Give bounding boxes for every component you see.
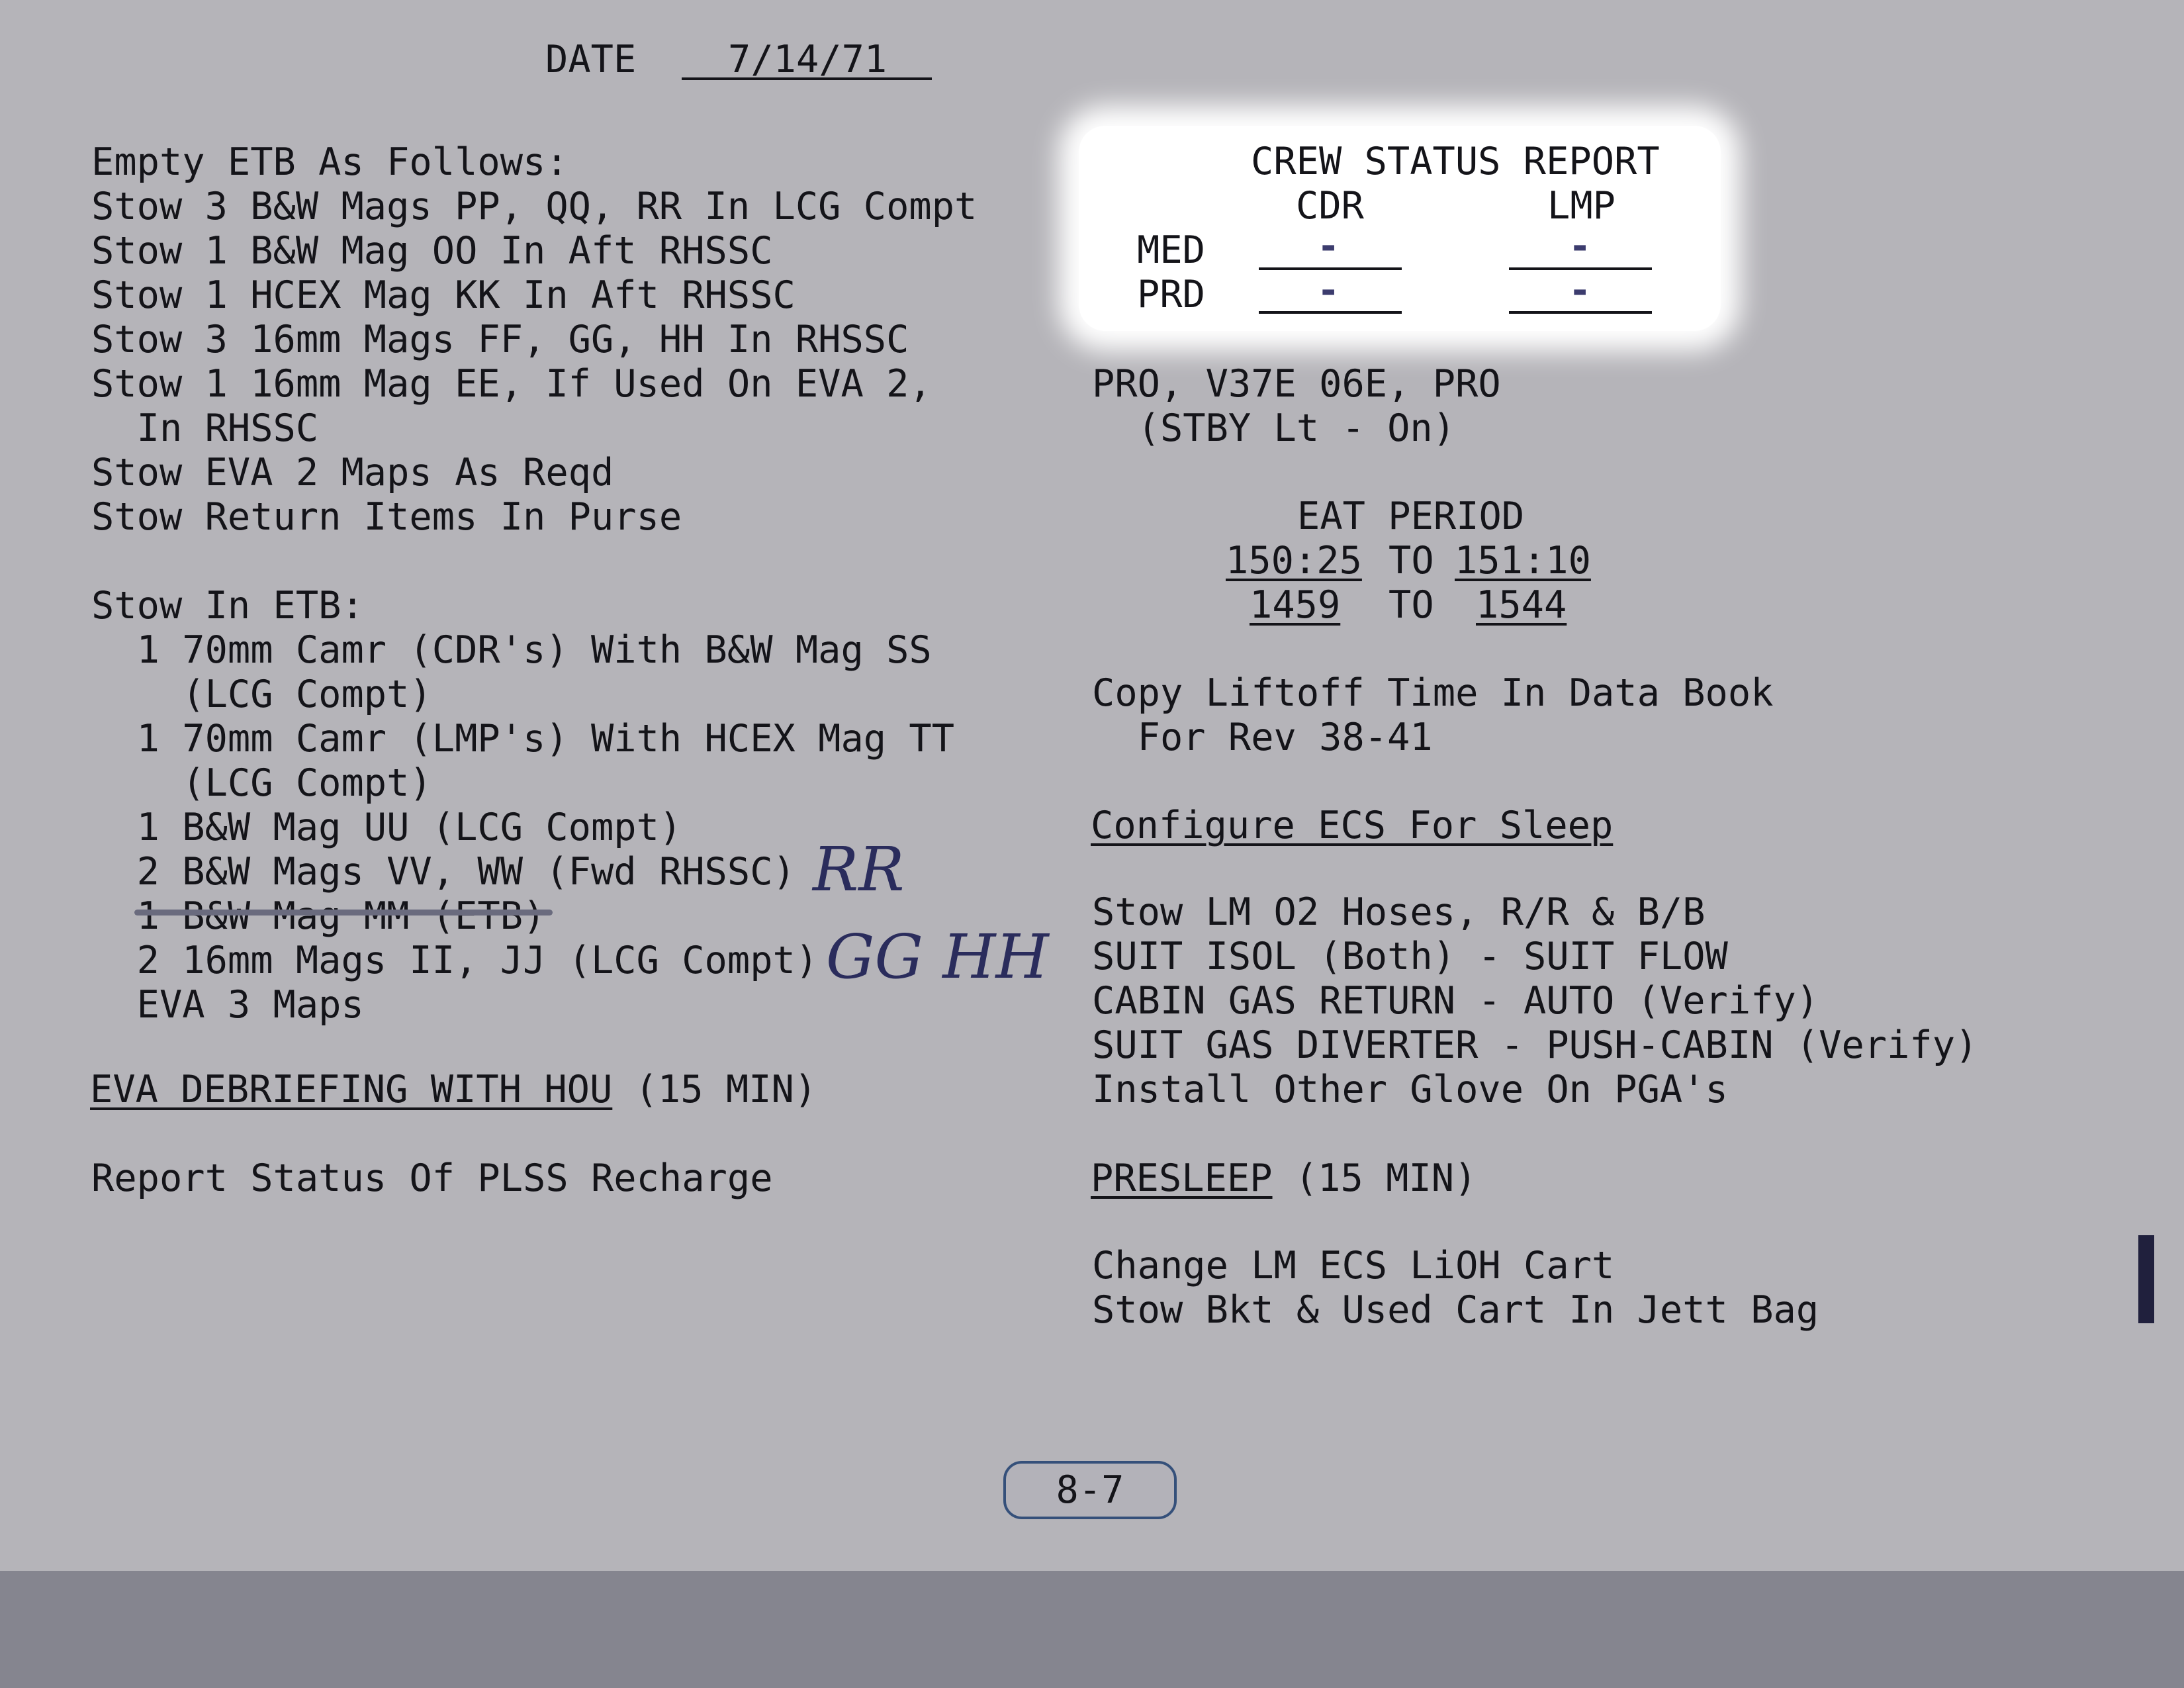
date-label: DATE <box>545 38 637 81</box>
eat-cdt-to: TO <box>1388 583 1434 627</box>
checklist-line: (LCG Compt) <box>91 673 432 716</box>
eat-cdt-start: 1459 <box>1250 583 1341 627</box>
crew-status-row-prd: PRD <box>1137 273 1205 316</box>
page-number: 8-7 <box>1003 1461 1177 1519</box>
presleep-duration: (15 MIN) <box>1272 1156 1477 1200</box>
footer-band <box>0 1571 2184 1688</box>
prd-cdr-value: - <box>1317 269 1340 312</box>
checklist-line: Empty ETB As Follows: <box>91 140 569 184</box>
ecs-step: Install Other Glove On PGA's <box>1092 1068 1728 1111</box>
revision-change-bar <box>2138 1235 2154 1323</box>
debrief-heading: EVA DEBRIEFING WITH HOU (15 MIN) <box>90 1071 817 1109</box>
ecs-sleep-heading: Configure ECS For Sleep <box>1091 804 1614 847</box>
debrief-duration: (15 MIN) <box>612 1068 817 1111</box>
checklist-line: Stow Return Items In Purse <box>91 495 682 539</box>
ecs-step: SUIT GAS DIVERTER - PUSH-CABIN (Verify) <box>1092 1023 1978 1067</box>
dsky-pro-line: PRO, V37E 06E, PRO <box>1092 362 1501 406</box>
ecs-step: SUIT ISOL (Both) - SUIT FLOW <box>1092 935 1728 978</box>
checklist-line: 1 70mm Camr (LMP's) With HCEX Mag TT <box>91 717 955 761</box>
med-cdr-value: - <box>1317 224 1340 268</box>
checklist-line: 1 70mm Camr (CDR's) With B&W Mag SS <box>91 628 932 672</box>
lioh-steps: Change LM ECS LiOH Cart Stow Bkt & Used … <box>1092 1244 1819 1333</box>
handwritten-annotation-gg-hh: GG HH <box>826 921 1049 992</box>
strikethrough-line <box>134 910 553 915</box>
checklist-line: Stow 1 HCEX Mag KK In Aft RHSSC <box>91 273 796 317</box>
crew-status-title: CREW STATUS REPORT <box>1251 140 1660 183</box>
ecs-step: Stow LM O2 Hoses, R/R & B/B <box>1092 890 1706 934</box>
checklist-line: Stow In ETB: <box>91 584 364 628</box>
med-lmp-value: - <box>1569 224 1592 268</box>
plss-report-line: Report Status Of PLSS Recharge <box>91 1156 773 1200</box>
prd-lmp-value: - <box>1569 269 1592 312</box>
eat-get-start: 150:25 <box>1226 539 1362 583</box>
stby-light-line: (STBY Lt - On) <box>1092 406 1456 450</box>
liftoff-line: Copy Liftoff Time In Data Book <box>1092 671 1774 715</box>
eat-cdt-end: 1544 <box>1476 583 1567 627</box>
presleep-heading: PRESLEEP (15 MIN) <box>1091 1160 1477 1197</box>
checklist-line: Stow EVA 2 Maps As Reqd <box>91 451 614 494</box>
date-underline <box>682 77 932 80</box>
liftoff-line-rev: For Rev 38-41 <box>1092 716 1433 759</box>
checklist-line: Stow 3 B&W Mags PP, QQ, RR In LCG Compt <box>91 185 978 228</box>
ecs-steps: Stow LM O2 Hoses, R/R & B/B SUIT ISOL (B… <box>1092 890 1978 1112</box>
eat-get-end: 151:10 <box>1455 539 1591 583</box>
lioh-step: Stow Bkt & Used Cart In Jett Bag <box>1092 1288 1819 1332</box>
eat-get-to: TO <box>1388 539 1434 583</box>
checklist-line: In RHSSC <box>91 406 319 450</box>
lioh-step: Change LM ECS LiOH Cart <box>1092 1244 1615 1288</box>
checklist-line: Stow 1 B&W Mag OO In Aft RHSSC <box>91 229 773 273</box>
checklist-line: Stow 3 16mm Mags FF, GG, HH In RHSSC <box>91 318 909 361</box>
checklist-line <box>91 539 977 584</box>
debrief-heading-title: EVA DEBRIEFING WITH HOU <box>90 1068 613 1111</box>
checklist-line: Stow 1 16mm Mag EE, If Used On EVA 2, <box>91 362 932 406</box>
checklist-line: (LCG Compt) <box>91 761 432 805</box>
handwritten-annotation-rr: RR <box>813 834 905 905</box>
presleep-heading-title: PRESLEEP <box>1091 1156 1273 1200</box>
eat-period-title: EAT PERIOD <box>1297 494 1525 538</box>
crew-status-col-lmp: LMP <box>1547 184 1615 228</box>
date-value: 7/14/71 <box>728 38 887 81</box>
ecs-step: CABIN GAS RETURN - AUTO (Verify) <box>1092 979 1819 1023</box>
crew-status-col-cdr: CDR <box>1296 184 1364 228</box>
crew-status-row-med: MED <box>1137 228 1205 272</box>
